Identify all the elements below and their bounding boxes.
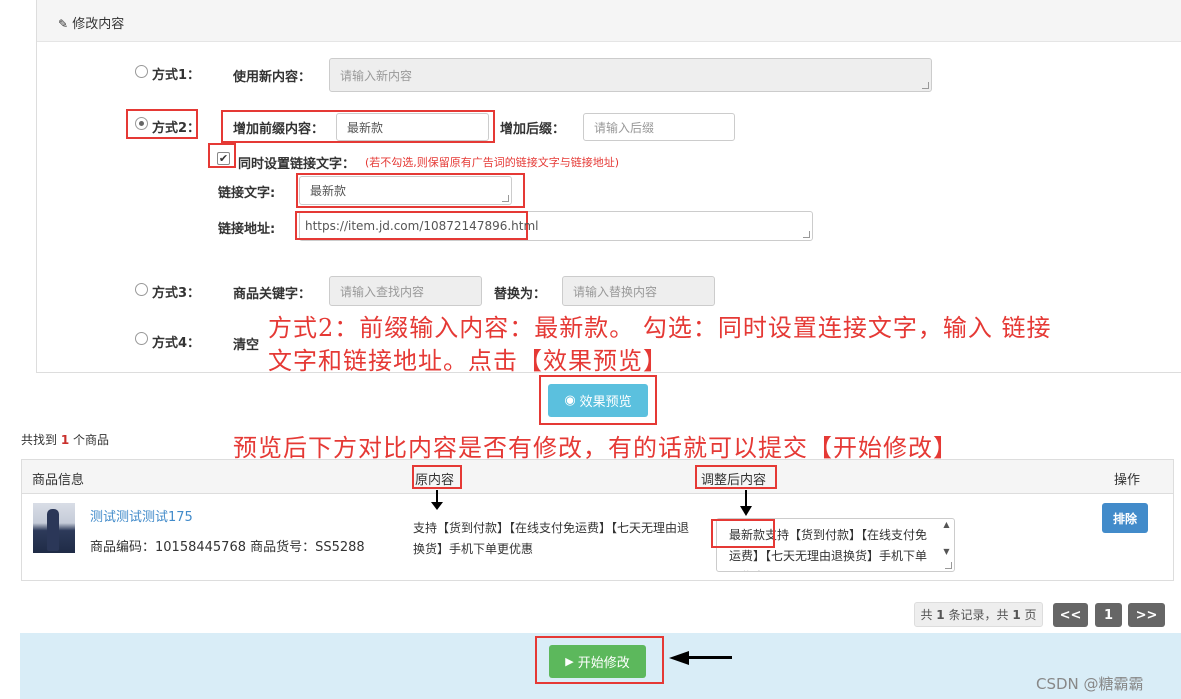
set-link-checkbox[interactable]: ✔ (217, 152, 230, 165)
header-action: 操作 (1114, 473, 1141, 488)
link-url-input[interactable]: https://item.jd.com/10872147896.html (305, 219, 539, 233)
product-title-link[interactable]: 测试测试测试175 (90, 506, 193, 525)
textarea-scrollbar[interactable]: ▲ ▼ (940, 520, 953, 556)
prev-page-button[interactable]: << (1053, 603, 1088, 627)
edit-icon: ✎ (58, 17, 69, 31)
play-icon: ▶ (565, 655, 574, 668)
header-adjusted: 调整后内容 (701, 473, 767, 488)
original-content: 支持【货到付款】【在线支付免运费】【七天无理由退换货】手机下单更优惠 (413, 521, 690, 556)
header-original: 原内容 (415, 473, 455, 488)
prefix-label: 增加前缀内容： (233, 122, 325, 137)
scroll-down-icon[interactable]: ▼ (943, 547, 949, 556)
replace-input[interactable]: 请输入替换内容 (562, 276, 715, 306)
method2-radio[interactable] (135, 117, 148, 130)
method1-label: 方式1： (152, 68, 201, 83)
annotation-method2: 方式2：前缀输入内容：最新款。 勾选：同时设置连接文字，输入 链接 (268, 314, 1052, 342)
panel-header (37, 0, 1181, 42)
page-1-button[interactable]: 1 (1095, 603, 1122, 627)
product-thumbnail[interactable] (33, 503, 75, 553)
method1-field-label: 使用新内容： (233, 70, 312, 85)
pagination-summary: 共 1 条记录，共 1 页 (914, 602, 1043, 627)
panel-title: ✎ 修改内容 (58, 17, 125, 32)
method4-radio[interactable] (135, 332, 148, 345)
link-url-label: 链接地址: (218, 222, 276, 237)
preview-button[interactable]: ◉ 效果预览 (548, 384, 648, 417)
thumbnail-figure (47, 509, 59, 551)
suffix-label: 增加后缀： (500, 122, 566, 137)
product-meta: 商品编码：10158445768 商品货号：SS5288 (90, 540, 365, 555)
start-modify-button[interactable]: ▶ 开始修改 (549, 645, 646, 678)
arrow-left-icon (669, 651, 689, 665)
new-content-input[interactable]: 请输入新内容 (329, 58, 932, 92)
link-text-input[interactable]: 最新款 (299, 176, 512, 205)
arrow-left-shaft (688, 656, 732, 659)
set-link-label: 同时设置链接文字： (238, 157, 356, 172)
clear-label: 清空 (233, 338, 260, 353)
method1-radio[interactable] (135, 65, 148, 78)
table-header (22, 460, 1173, 494)
method2-label: 方式2： (152, 121, 201, 136)
eye-icon: ◉ (564, 393, 576, 408)
replace-label: 替换为： (494, 287, 547, 302)
next-page-button[interactable]: >> (1128, 603, 1165, 627)
suffix-input[interactable]: 请输入后缀 (583, 113, 735, 141)
prefix-input[interactable]: 最新款 (336, 113, 489, 141)
scroll-up-icon[interactable]: ▲ (943, 520, 949, 529)
keyword-label: 商品关键字： (233, 287, 312, 302)
arrow-head-original (431, 502, 443, 510)
method4-label: 方式4： (152, 336, 201, 351)
adjusted-prefix-highlight (711, 519, 775, 548)
method3-radio[interactable] (135, 283, 148, 296)
arrow-head-adjusted (740, 506, 752, 516)
link-text-label: 链接文字: (218, 186, 276, 201)
annotation-preview: 预览后下方对比内容是否有修改，有的话就可以提交【开始修改】 (233, 434, 958, 462)
header-info: 商品信息 (32, 473, 85, 488)
exclude-button[interactable]: 排除 (1102, 503, 1148, 533)
keyword-input[interactable]: 请输入查找内容 (329, 276, 482, 306)
set-link-note: (若不勾选,则保留原有广告词的链接文字与链接地址) (365, 156, 620, 169)
watermark: CSDN @糖霸霸 (1036, 675, 1144, 693)
method3-label: 方式3： (152, 286, 201, 301)
result-count: 共找到 1 个商品 (21, 433, 110, 447)
annotation-method2-line2: 文字和链接地址。点击【效果预览】 (268, 347, 668, 375)
